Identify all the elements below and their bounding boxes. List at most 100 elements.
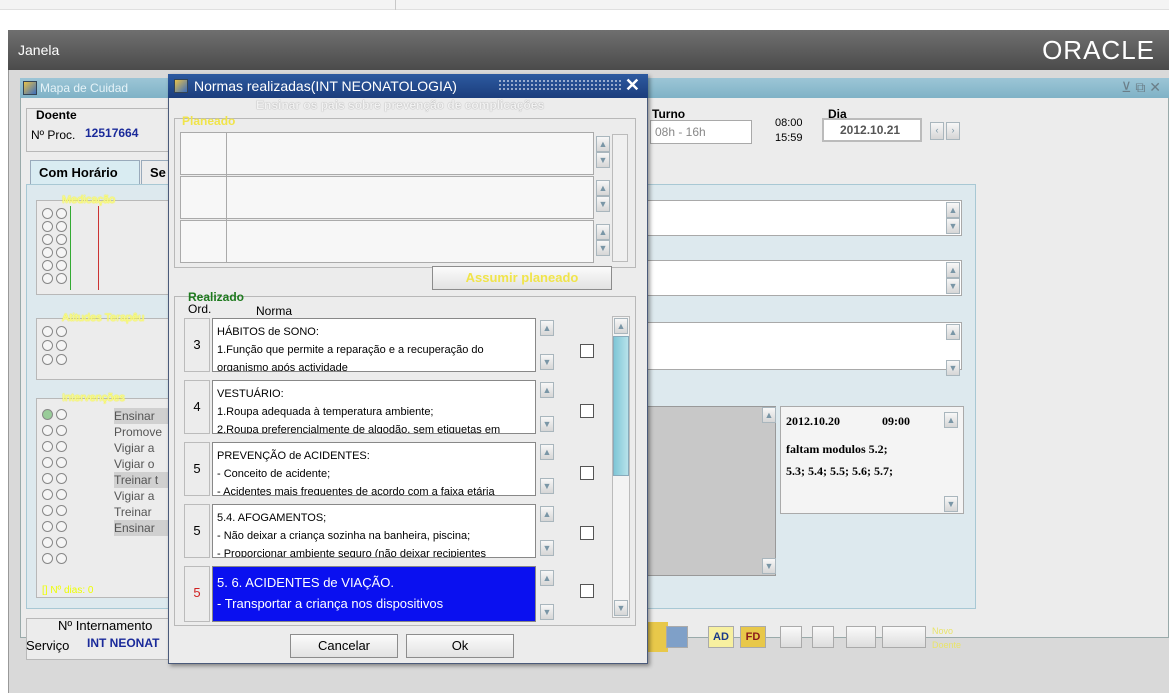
strip-separator xyxy=(395,0,396,10)
intervention-item[interactable]: Vigiar a xyxy=(114,488,174,504)
scroll-down-icon[interactable]: ▼ xyxy=(540,416,554,432)
norma-row[interactable]: 5.4. AFOGAMENTOS; - Não deixar a criança… xyxy=(212,504,536,558)
scroll-up-icon[interactable]: ▲ xyxy=(946,262,960,278)
intervention-item[interactable]: Treinar t xyxy=(114,472,174,488)
realizado-scroll-thumb[interactable] xyxy=(613,336,629,476)
norma-line: 1.Função que permite a reparação e a rec… xyxy=(217,344,484,356)
intervention-item[interactable]: Ensinar xyxy=(114,408,174,424)
planeado-row[interactable] xyxy=(180,176,594,219)
planeado-row[interactable] xyxy=(180,220,594,263)
dialog-title: Normas realizadas(INT NEONATOLOGIA) xyxy=(194,78,457,94)
norma-line: - Conceito de acidente; xyxy=(217,468,331,480)
intervention-item[interactable]: Ensinar xyxy=(114,520,174,536)
scroll-down-icon[interactable]: ▼ xyxy=(540,604,554,620)
dia-value: 2012.10.21 xyxy=(840,123,901,137)
tools-icon[interactable] xyxy=(846,626,876,648)
norma-line: organismo após actividade xyxy=(217,362,348,372)
atitudes-radios[interactable] xyxy=(42,326,68,368)
realizado-checkbox[interactable] xyxy=(580,344,594,358)
medicacao-legend: Medicação xyxy=(62,194,116,206)
tab-sem-horario[interactable]: Se xyxy=(141,160,171,184)
tab-sem-horario-label: Se xyxy=(150,165,166,180)
scroll-up-icon[interactable]: ▲ xyxy=(596,224,610,240)
realizado-checkbox[interactable] xyxy=(580,584,594,598)
dia-prev-button[interactable]: ‹ xyxy=(930,122,944,140)
novo-label[interactable]: Novo xyxy=(932,626,953,636)
doente-label: Doente xyxy=(36,108,77,122)
scroll-down-icon[interactable]: ▼ xyxy=(596,240,610,256)
scroll-up-icon[interactable]: ▲ xyxy=(946,324,960,340)
scroll-down-icon[interactable]: ▼ xyxy=(614,600,628,616)
tab-com-horario[interactable]: Com Horário xyxy=(30,160,140,184)
ok-label: Ok xyxy=(451,638,469,653)
ad-button[interactable]: AD xyxy=(708,626,734,648)
intervencoes-list[interactable]: Ensinar Promove Vigiar a Vigiar o Treina… xyxy=(114,408,174,568)
turno-start: 08:00 xyxy=(775,117,803,129)
ord-cell: 3 xyxy=(184,318,210,372)
scroll-down-icon[interactable]: ▼ xyxy=(596,152,610,168)
scroll-up-icon[interactable]: ▲ xyxy=(540,444,554,460)
norma-line: - Acidentes mais frequentes de acordo co… xyxy=(217,486,495,496)
realizado-checkbox[interactable] xyxy=(580,526,594,540)
intervention-item[interactable]: Vigiar a xyxy=(114,440,174,456)
dia-next-button[interactable]: › xyxy=(946,122,960,140)
fd-label: FD xyxy=(745,631,761,643)
assumir-planeado-button[interactable]: Assumir planeado xyxy=(432,266,612,290)
scroll-up-icon[interactable]: ▲ xyxy=(540,506,554,522)
intervencoes-legend: Intervenções xyxy=(62,392,125,404)
medicacao-field-1[interactable] xyxy=(646,200,962,236)
scroll-up-icon[interactable]: ▲ xyxy=(762,407,776,423)
realizado-checkbox[interactable] xyxy=(580,404,594,418)
ok-button[interactable]: Ok xyxy=(406,634,514,658)
settings-icon[interactable] xyxy=(666,626,688,648)
intervention-item[interactable]: Promove xyxy=(114,424,174,440)
norma-line: - Não deixar a criança sozinha na banhei… xyxy=(217,530,471,542)
servico-label: Serviço xyxy=(26,638,70,653)
scroll-up-icon[interactable]: ▲ xyxy=(540,320,554,336)
scroll-down-icon[interactable]: ▼ xyxy=(540,354,554,370)
scroll-down-icon[interactable]: ▼ xyxy=(540,478,554,494)
scroll-down-icon[interactable]: ▼ xyxy=(944,496,958,512)
scroll-down-icon[interactable]: ▼ xyxy=(946,360,960,376)
scroll-down-icon[interactable]: ▼ xyxy=(946,218,960,234)
atitudes-legend: Atitudes Terapêu xyxy=(62,312,145,324)
norma-row[interactable]: HÁBITOS de SONO: 1.Função que permite a … xyxy=(212,318,536,372)
scroll-up-icon[interactable]: ▲ xyxy=(540,382,554,398)
nproc-value: 12517664 xyxy=(85,126,139,140)
people-icon[interactable] xyxy=(882,626,926,648)
document-icon[interactable] xyxy=(812,626,834,648)
medicacao-field-2[interactable] xyxy=(646,260,962,296)
scroll-up-icon[interactable]: ▲ xyxy=(614,318,628,334)
norma-row-selected[interactable]: 5. 6. ACIDENTES de VIAÇÃO. - Transportar… xyxy=(212,566,536,622)
scroll-up-icon[interactable]: ▲ xyxy=(946,202,960,218)
cancel-button[interactable]: Cancelar xyxy=(290,634,398,658)
realizado-checkbox[interactable] xyxy=(580,466,594,480)
intervencoes-radios[interactable] xyxy=(42,408,68,568)
close-icon[interactable]: ✕ xyxy=(625,75,640,96)
menu-janela[interactable]: Janela xyxy=(18,42,59,58)
norma-row[interactable]: VESTUÁRIO: 1.Roupa adequada à temperatur… xyxy=(212,380,536,434)
app-header: Janela ORACLE xyxy=(8,30,1169,70)
scroll-down-icon[interactable]: ▼ xyxy=(946,278,960,294)
planeado-row[interactable] xyxy=(180,132,594,175)
atitudes-field[interactable] xyxy=(646,322,962,370)
scroll-up-icon[interactable]: ▲ xyxy=(596,136,610,152)
planeado-label: Planeado xyxy=(182,114,236,128)
scroll-down-icon[interactable]: ▼ xyxy=(762,558,776,574)
medicacao-radios[interactable] xyxy=(42,208,68,286)
scroll-up-icon[interactable]: ▲ xyxy=(540,570,554,586)
planeado-scrollbar[interactable] xyxy=(612,134,628,262)
fd-button[interactable]: FD xyxy=(740,626,766,648)
interventions-grey-list[interactable] xyxy=(646,406,776,576)
ad-label: AD xyxy=(713,631,729,643)
scroll-up-icon[interactable]: ▲ xyxy=(596,180,610,196)
doente-new-label[interactable]: Doente xyxy=(932,640,961,650)
intervention-item[interactable]: Vigiar o xyxy=(114,456,174,472)
scroll-up-icon[interactable]: ▲ xyxy=(944,412,958,428)
norma-row[interactable]: PREVENÇÃO de ACIDENTES: - Conceito de ac… xyxy=(212,442,536,496)
intervention-item[interactable]: Treinar xyxy=(114,504,174,520)
scroll-down-icon[interactable]: ▼ xyxy=(596,196,610,212)
edit-icon[interactable] xyxy=(780,626,802,648)
scroll-down-icon[interactable]: ▼ xyxy=(540,540,554,556)
window-controls[interactable]: ⊻ ⧉ ✕ xyxy=(1121,79,1161,96)
